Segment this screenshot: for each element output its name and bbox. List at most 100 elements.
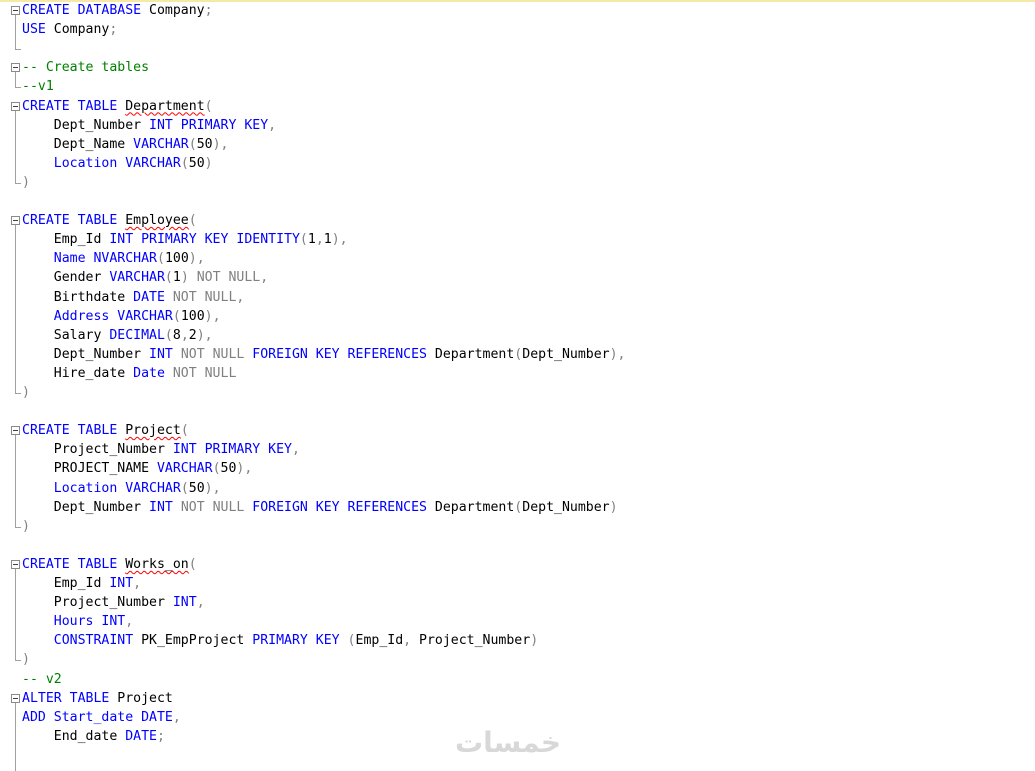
sql-operator: , xyxy=(172,709,181,725)
sql-identifier: End_date xyxy=(22,728,126,744)
fold-end-marker xyxy=(15,87,21,89)
sql-identifier-error: Project xyxy=(125,423,181,439)
code-line[interactable]: Gender VARCHAR(1) NOT NULL, xyxy=(22,268,268,287)
sql-operator: ) xyxy=(22,385,30,400)
sql-operator: ( xyxy=(180,423,189,439)
sql-keyword: DECIMAL xyxy=(109,327,165,343)
code-line[interactable]: Emp_Id INT PRIMARY KEY IDENTITY(1,1), xyxy=(22,230,348,249)
sql-operator: ), xyxy=(212,136,229,152)
sql-identifier xyxy=(22,309,54,324)
sql-keyword: Address VARCHAR xyxy=(53,308,173,324)
collapse-region-icon[interactable] xyxy=(11,693,20,703)
sql-keyword: Start_date DATE xyxy=(53,709,173,725)
code-line[interactable]: CREATE TABLE Employee( xyxy=(22,211,197,230)
sql-identifier: 50 xyxy=(188,480,205,496)
fold-guide-line xyxy=(15,15,16,50)
sql-identifier: 1 xyxy=(323,232,332,248)
code-line[interactable]: Dept_Number INT NOT NULL FOREIGN KEY REF… xyxy=(22,345,626,364)
code-line[interactable]: Location VARCHAR(50), xyxy=(22,479,221,498)
sql-keyword: VARCHAR xyxy=(109,270,165,286)
collapse-region-icon[interactable] xyxy=(11,63,20,73)
sql-identifier xyxy=(22,156,54,171)
sql-identifier: 100 xyxy=(180,308,205,324)
sql-identifier: Dept_Name xyxy=(22,136,134,152)
sql-identifier: 50 xyxy=(196,136,213,152)
code-line[interactable]: ALTER TABLE Project xyxy=(22,689,173,708)
code-line[interactable]: ) xyxy=(22,383,30,402)
fold-end-marker xyxy=(15,393,21,394)
code-line[interactable]: Hire_date Date NOT NULL xyxy=(22,364,237,383)
collapse-region-icon[interactable] xyxy=(11,6,20,15)
sql-keyword: CONSTRAINT xyxy=(53,633,134,649)
code-line[interactable]: -- Create tables xyxy=(22,58,149,77)
code-line[interactable]: --v1 xyxy=(22,77,54,96)
sql-operator: , xyxy=(196,595,205,611)
watermark-logo: خمسات xyxy=(455,726,562,759)
sql-keyword: INT xyxy=(109,576,134,591)
code-line[interactable]: CONSTRAINT PK_EmpProject PRIMARY KEY (Em… xyxy=(22,631,538,650)
code-line[interactable]: CREATE TABLE Project( xyxy=(22,421,189,440)
code-line[interactable]: Salary DECIMAL(8,2), xyxy=(22,326,213,345)
code-line[interactable]: ) xyxy=(22,650,30,669)
code-line[interactable]: Project_Number INT, xyxy=(22,593,205,612)
collapse-region-icon[interactable] xyxy=(11,559,20,569)
sql-keyword: INT xyxy=(149,499,173,515)
sql-operator: ), xyxy=(609,346,626,362)
sql-identifier: PROJECT_NAME xyxy=(22,461,157,477)
code-line[interactable]: CREATE DATABASE Company; xyxy=(22,1,213,20)
collapse-region-icon[interactable] xyxy=(11,101,20,111)
code-line[interactable]: Birthdate DATE NOT NULL, xyxy=(22,288,245,307)
code-line[interactable]: Address VARCHAR(100), xyxy=(22,307,221,326)
code-line[interactable]: ) xyxy=(22,173,30,192)
sql-identifier: Dept_Number xyxy=(22,499,150,515)
sql-identifier-error: Department xyxy=(125,98,205,114)
sql-identifier: Project_Number xyxy=(411,633,531,649)
collapse-region-icon[interactable] xyxy=(11,426,20,436)
sql-identifier: 1 xyxy=(307,232,316,248)
code-line[interactable]: Dept_Number INT PRIMARY KEY, xyxy=(22,116,276,135)
code-line[interactable]: CREATE TABLE Works_on( xyxy=(22,555,197,574)
sql-operator: ( xyxy=(188,556,197,572)
code-line[interactable]: ) xyxy=(22,517,30,536)
collapse-region-icon[interactable] xyxy=(11,216,20,226)
code-line[interactable]: ADD Start_date DATE, xyxy=(22,708,181,727)
sql-identifier xyxy=(46,710,54,725)
sql-keyword: CREATE TABLE xyxy=(22,423,118,439)
code-line[interactable]: Dept_Number INT NOT NULL FOREIGN KEY REF… xyxy=(22,498,618,517)
sql-operator: ( xyxy=(164,270,173,286)
sql-identifier: Dept_Number xyxy=(522,499,610,515)
code-line[interactable]: PROJECT_NAME VARCHAR(50), xyxy=(22,459,253,478)
sql-keyword: VARCHAR xyxy=(133,136,189,152)
sql-comment: --v1 xyxy=(22,79,54,95)
code-line[interactable]: Hours INT, xyxy=(22,612,133,631)
code-line[interactable]: -- v2 xyxy=(22,670,62,689)
sql-operator: NOT NULL xyxy=(164,365,237,381)
sql-operator: ( xyxy=(164,327,173,343)
sql-identifier xyxy=(22,633,54,648)
fold-guide-line xyxy=(15,435,16,527)
code-line[interactable]: Project_Number INT PRIMARY KEY, xyxy=(22,440,300,459)
sql-keyword: FOREIGN KEY REFERENCES xyxy=(252,346,427,362)
code-line[interactable]: Emp_Id INT, xyxy=(22,574,141,593)
fold-guide-line xyxy=(15,72,16,88)
sql-operator: ) NOT NULL, xyxy=(180,270,269,286)
fold-guide-line xyxy=(15,110,16,183)
sql-operator: ; xyxy=(204,3,213,18)
sql-keyword: Location VARCHAR xyxy=(53,155,181,171)
code-line[interactable]: Dept_Name VARCHAR(50), xyxy=(22,135,229,154)
code-line[interactable]: End_date DATE; xyxy=(22,727,165,746)
sql-keyword: ADD xyxy=(22,709,46,725)
code-line[interactable]: Location VARCHAR(50) xyxy=(22,154,213,173)
sql-identifier: Department xyxy=(426,346,515,362)
fold-end-marker xyxy=(15,182,21,184)
sql-operator: ; xyxy=(156,728,165,744)
sql-query-editor[interactable]: CREATE DATABASE Company; USE Company; -- C… xyxy=(0,0,1035,771)
sql-keyword: DATE xyxy=(133,289,165,305)
sql-operator: NOT NULL xyxy=(172,499,253,515)
code-line[interactable]: Name NVARCHAR(100), xyxy=(22,249,205,268)
sql-keyword: INT PRIMARY KEY xyxy=(149,117,269,133)
code-line[interactable]: USE Company; xyxy=(22,20,117,39)
sql-keyword: INT xyxy=(149,346,173,362)
sql-operator: ( xyxy=(180,480,189,496)
code-line[interactable]: CREATE TABLE Department( xyxy=(22,97,213,116)
